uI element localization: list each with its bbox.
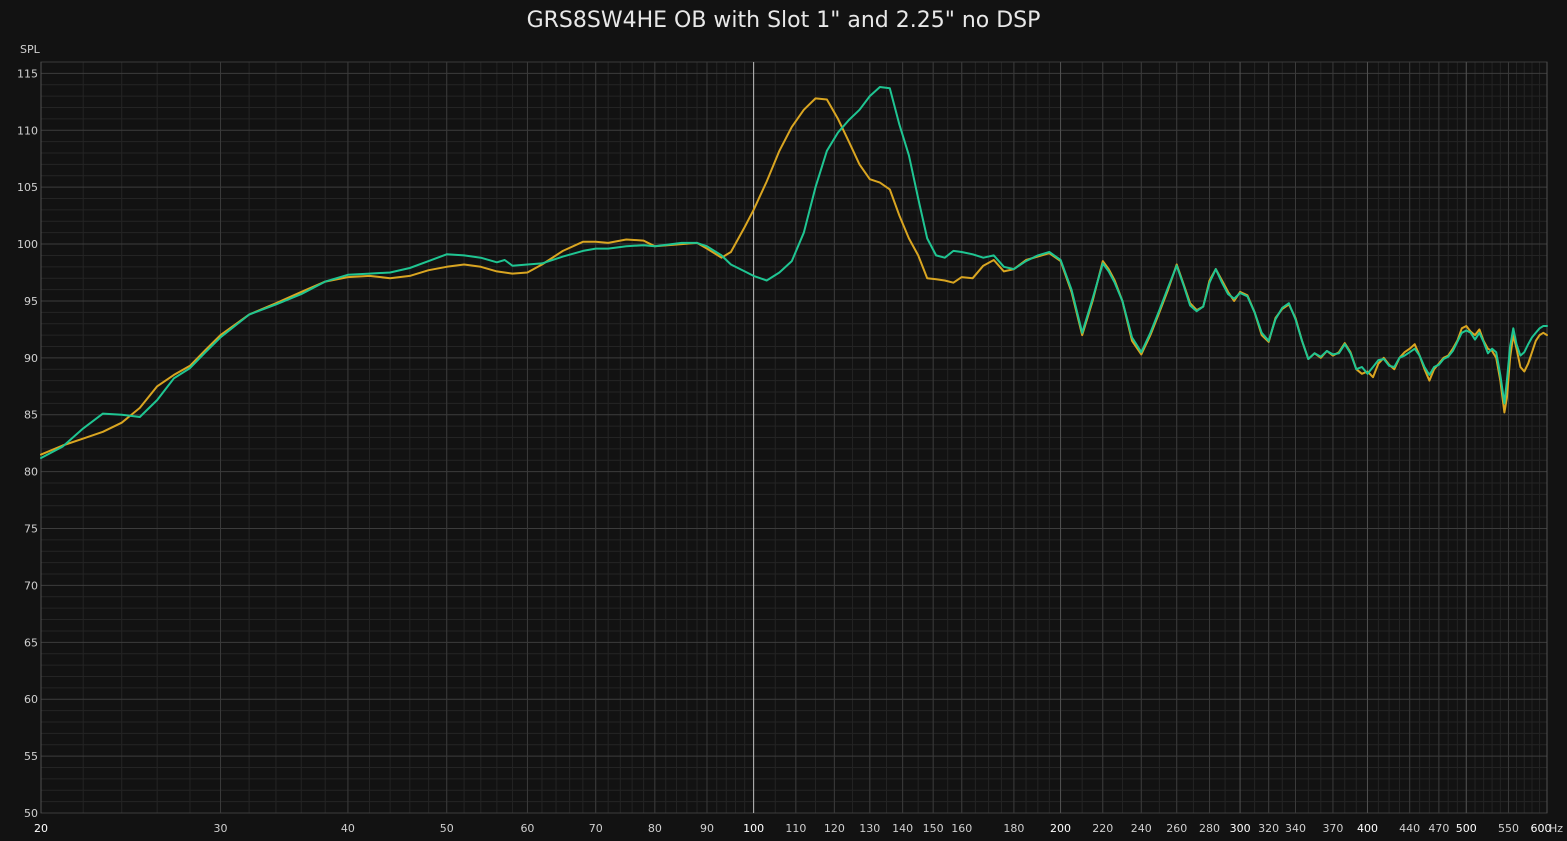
x-axis-unit-label: Hz [1549,822,1563,835]
y-tick-label: 65 [24,636,38,649]
x-tick-label: 140 [892,822,913,835]
x-tick-label: 50 [440,822,454,835]
x-tick-label: 90 [700,822,714,835]
x-tick-label: 20 [34,822,48,835]
x-tick-label: 30 [214,822,228,835]
x-tick-label: 60 [520,822,534,835]
x-tick-label: 40 [341,822,355,835]
x-tick-label: 120 [824,822,845,835]
y-tick-label: 80 [24,466,38,479]
y-tick-label: 100 [17,238,38,251]
y-tick-label: 90 [24,352,38,365]
y-tick-label: 55 [24,750,38,763]
x-tick-label: 220 [1092,822,1113,835]
y-axis-tick-labels: 50 55 60 65 70 75 80 85 90 95 100 105 110 115 [17,67,38,820]
x-tick-label: 500 [1456,822,1477,835]
x-tick-label: 260 [1166,822,1187,835]
minor-gridlines [40,61,1548,813]
x-tick-label: 70 [589,822,603,835]
y-tick-label: 60 [24,693,38,706]
x-tick-label: 440 [1399,822,1420,835]
x-tick-label: 370 [1322,822,1343,835]
x-tick-label: 400 [1357,822,1378,835]
x-tick-label: 280 [1199,822,1220,835]
x-tick-label: 300 [1230,822,1251,835]
y-tick-label: 95 [24,295,38,308]
x-tick-label: 200 [1050,822,1071,835]
y-tick-label: 105 [17,181,38,194]
x-tick-label: 80 [648,822,662,835]
y-axis-label: SPL [20,43,41,56]
x-tick-label: 550 [1498,822,1519,835]
y-tick-label: 115 [17,67,38,80]
x-tick-label: 110 [785,822,806,835]
y-tick-label: 70 [24,579,38,592]
x-tick-label: 100 [743,822,764,835]
x-tick-label: 320 [1258,822,1279,835]
x-tick-label: 150 [923,822,944,835]
x-tick-label: 470 [1428,822,1449,835]
frequency-response-chart: 50 55 60 65 70 75 80 85 90 95 100 105 110 115 20 30 40 5… [17,43,1563,835]
y-tick-label: 75 [24,523,38,536]
y-tick-label: 85 [24,409,38,422]
x-tick-label: 180 [1003,822,1024,835]
x-tick-label: 240 [1131,822,1152,835]
x-tick-label: 130 [859,822,880,835]
x-tick-label: 340 [1285,822,1306,835]
y-tick-label: 110 [17,124,38,137]
x-tick-label: 160 [951,822,972,835]
x-axis-tick-labels: 20 30 40 50 60 70 80 90 100 110 120 130 140 150 160 180… [34,822,1552,835]
y-tick-label: 50 [24,807,38,820]
